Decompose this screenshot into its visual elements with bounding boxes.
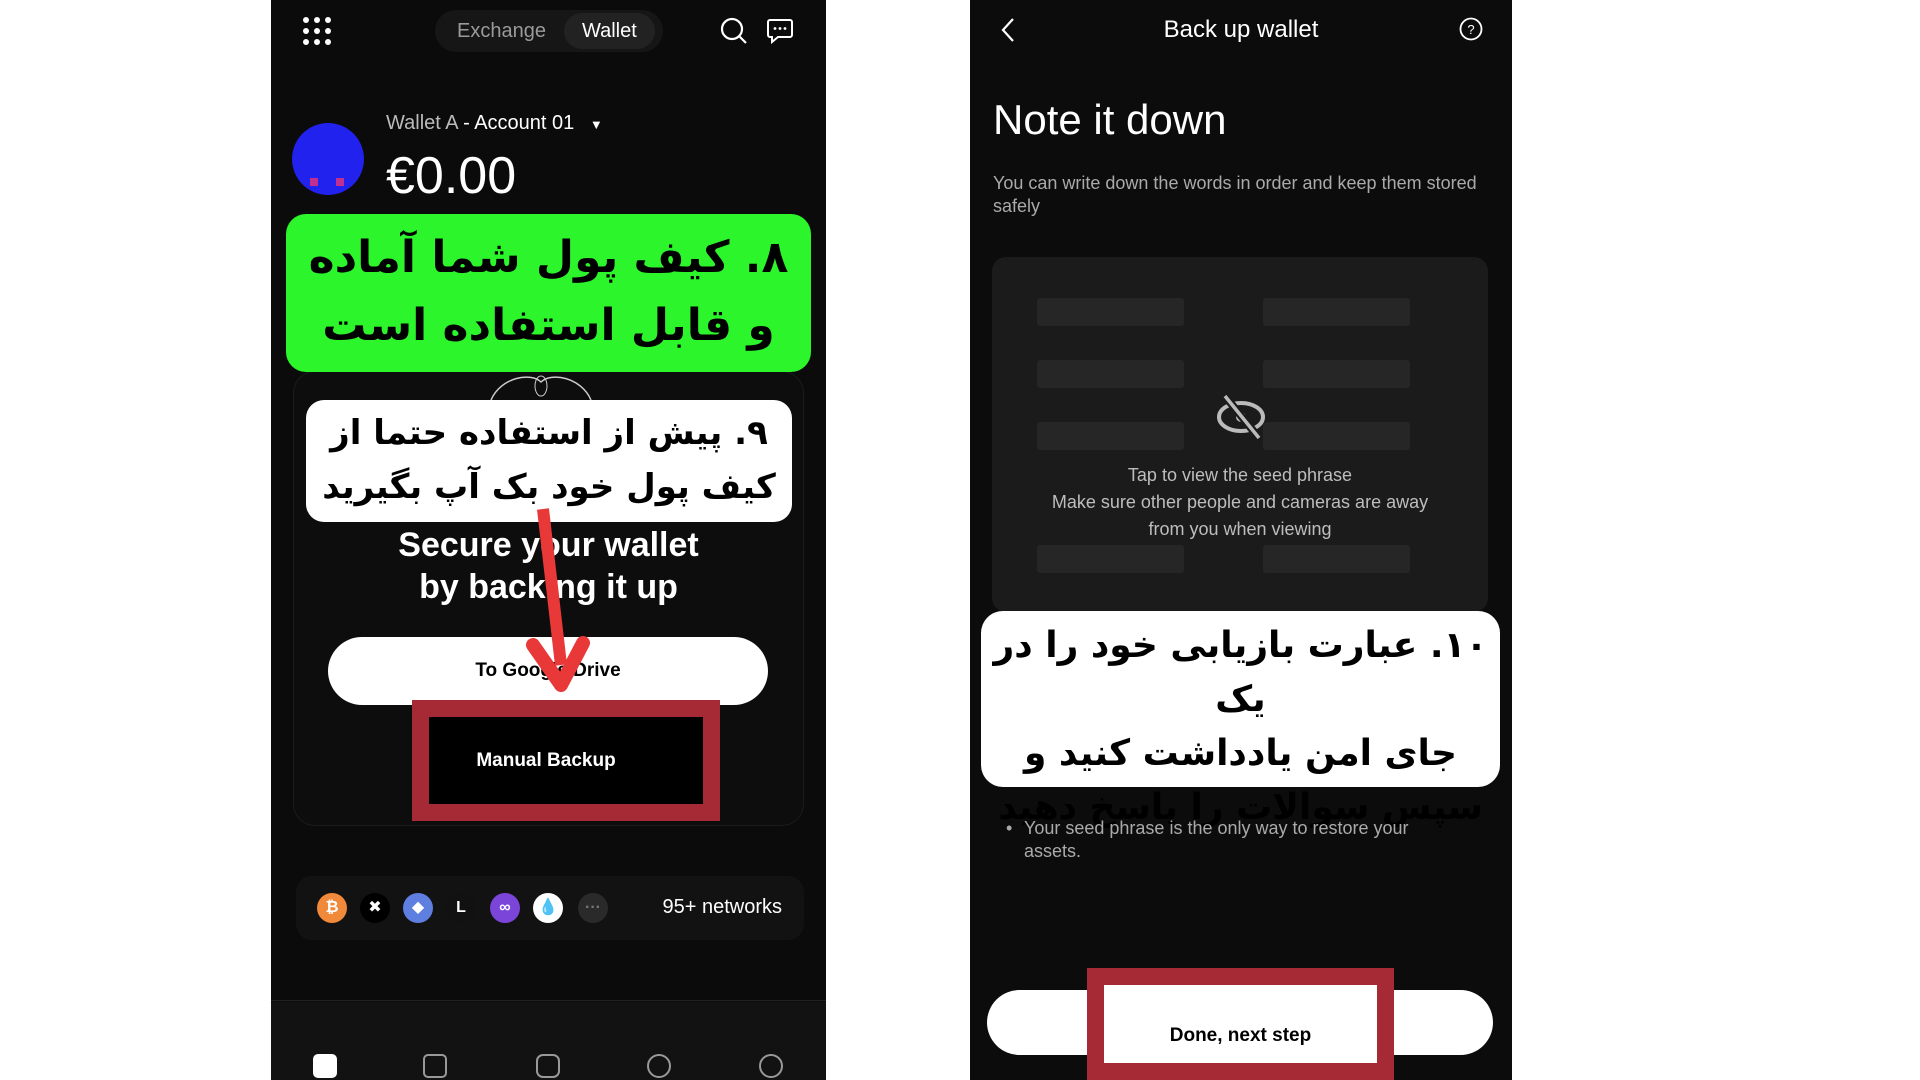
- chat-icon[interactable]: [766, 17, 794, 45]
- annotation-line: ۱۰. عبارت بازیابی خود را در یک: [993, 625, 1488, 720]
- manual-backup-label: Manual Backup: [476, 749, 616, 771]
- svg-text:?: ?: [1467, 22, 1474, 37]
- privacy-warning: Make sure other people and cameras are a…: [1051, 492, 1429, 539]
- annotation-line: ۹. پیش از استفاده حتما از: [330, 413, 768, 453]
- annotation-step-8: ۸. کیف پول شما آماده و قابل استفاده است: [286, 214, 811, 372]
- seed-instructions: Tap to view the seed phrase Make sure ot…: [992, 462, 1488, 543]
- caret-down-icon: ▼: [589, 117, 603, 132]
- networks-label: 95+ networks: [662, 896, 782, 918]
- seed-phrase-reveal[interactable]: Tap to view the seed phrase Make sure ot…: [992, 257, 1488, 612]
- wallet-name: Wallet A: [386, 112, 458, 134]
- more-icon: ···: [578, 893, 608, 923]
- polygon-icon: ∞: [490, 893, 520, 923]
- balance: €0.00: [386, 147, 517, 205]
- trade-icon[interactable]: [423, 1054, 447, 1078]
- search-icon[interactable]: [719, 16, 749, 46]
- seed-word-placeholder: [1263, 298, 1410, 326]
- tab-wallet[interactable]: Wallet: [563, 13, 655, 49]
- done-next-step-button[interactable]: Done, next step: [1087, 968, 1394, 1080]
- web3-icon[interactable]: [536, 1054, 560, 1078]
- seed-word-placeholder: [1037, 545, 1184, 573]
- avatar[interactable]: [292, 123, 364, 195]
- mode-tabs: Exchange Wallet: [435, 10, 663, 52]
- annotation-line: جای امن یادداشت کنید و: [1024, 733, 1457, 774]
- networks-row[interactable]: ₿ ✖ ◆ L ∞ 💧 ··· 95+ networks: [296, 876, 804, 940]
- seed-word-placeholder: [1037, 298, 1184, 326]
- tab-exchange[interactable]: Exchange: [439, 13, 564, 49]
- divider: [271, 1000, 826, 1001]
- backup-wallet-screen: Back up wallet ? Note it down You can wr…: [970, 0, 1512, 1080]
- tap-to-view-text: Tap to view the seed phrase: [1127, 465, 1353, 485]
- manual-backup-button[interactable]: Manual Backup: [412, 700, 720, 821]
- wallet-illustration-icon: [490, 375, 592, 401]
- home-icon[interactable]: [313, 1054, 337, 1078]
- help-icon[interactable]: ?: [1458, 16, 1484, 42]
- page-title: Note it down: [993, 96, 1227, 143]
- discover-icon[interactable]: [759, 1054, 783, 1078]
- seed-word-placeholder: [1037, 360, 1184, 388]
- annotation-step-10: ۱۰. عبارت بازیابی خود را در یک جای امن ی…: [981, 611, 1500, 828]
- annotation-step-9: ۹. پیش از استفاده حتما از کیف پول خود بک…: [306, 400, 792, 522]
- subtitle: You can write down the words in order an…: [993, 173, 1477, 216]
- seed-phrase-tip: Your seed phrase is the only way to rest…: [1006, 817, 1456, 863]
- annotation-line: ۸. کیف پول شما آماده: [308, 232, 789, 283]
- eye-slash-icon: [1217, 393, 1265, 441]
- separator: -: [457, 112, 475, 134]
- account-selector[interactable]: Wallet A - Account 01 ▼: [386, 112, 603, 135]
- grid-menu-icon[interactable]: [303, 17, 331, 45]
- red-arrow-annotation: [526, 508, 590, 692]
- defi-icon[interactable]: [647, 1054, 671, 1078]
- linea-icon: L: [446, 893, 476, 923]
- sui-icon: 💧: [533, 893, 563, 923]
- seed-word-placeholder: [1037, 422, 1184, 450]
- header-title: Back up wallet: [1163, 16, 1319, 43]
- okx-icon: ✖: [360, 893, 390, 923]
- ethereum-icon: ◆: [403, 893, 433, 923]
- seed-word-placeholder: [1263, 545, 1410, 573]
- seed-word-placeholder: [1263, 360, 1410, 388]
- seed-word-placeholder: [1263, 422, 1410, 450]
- bitcoin-icon: ₿: [317, 893, 347, 923]
- annotation-line: و قابل استفاده است: [322, 300, 775, 351]
- done-label: Done, next step: [1169, 1025, 1312, 1046]
- bottom-nav: [271, 1002, 826, 1080]
- wallet-home-screen: Exchange Wallet Wallet A - Account 01 ▼ …: [271, 0, 826, 1080]
- account-name: Account 01: [474, 112, 575, 134]
